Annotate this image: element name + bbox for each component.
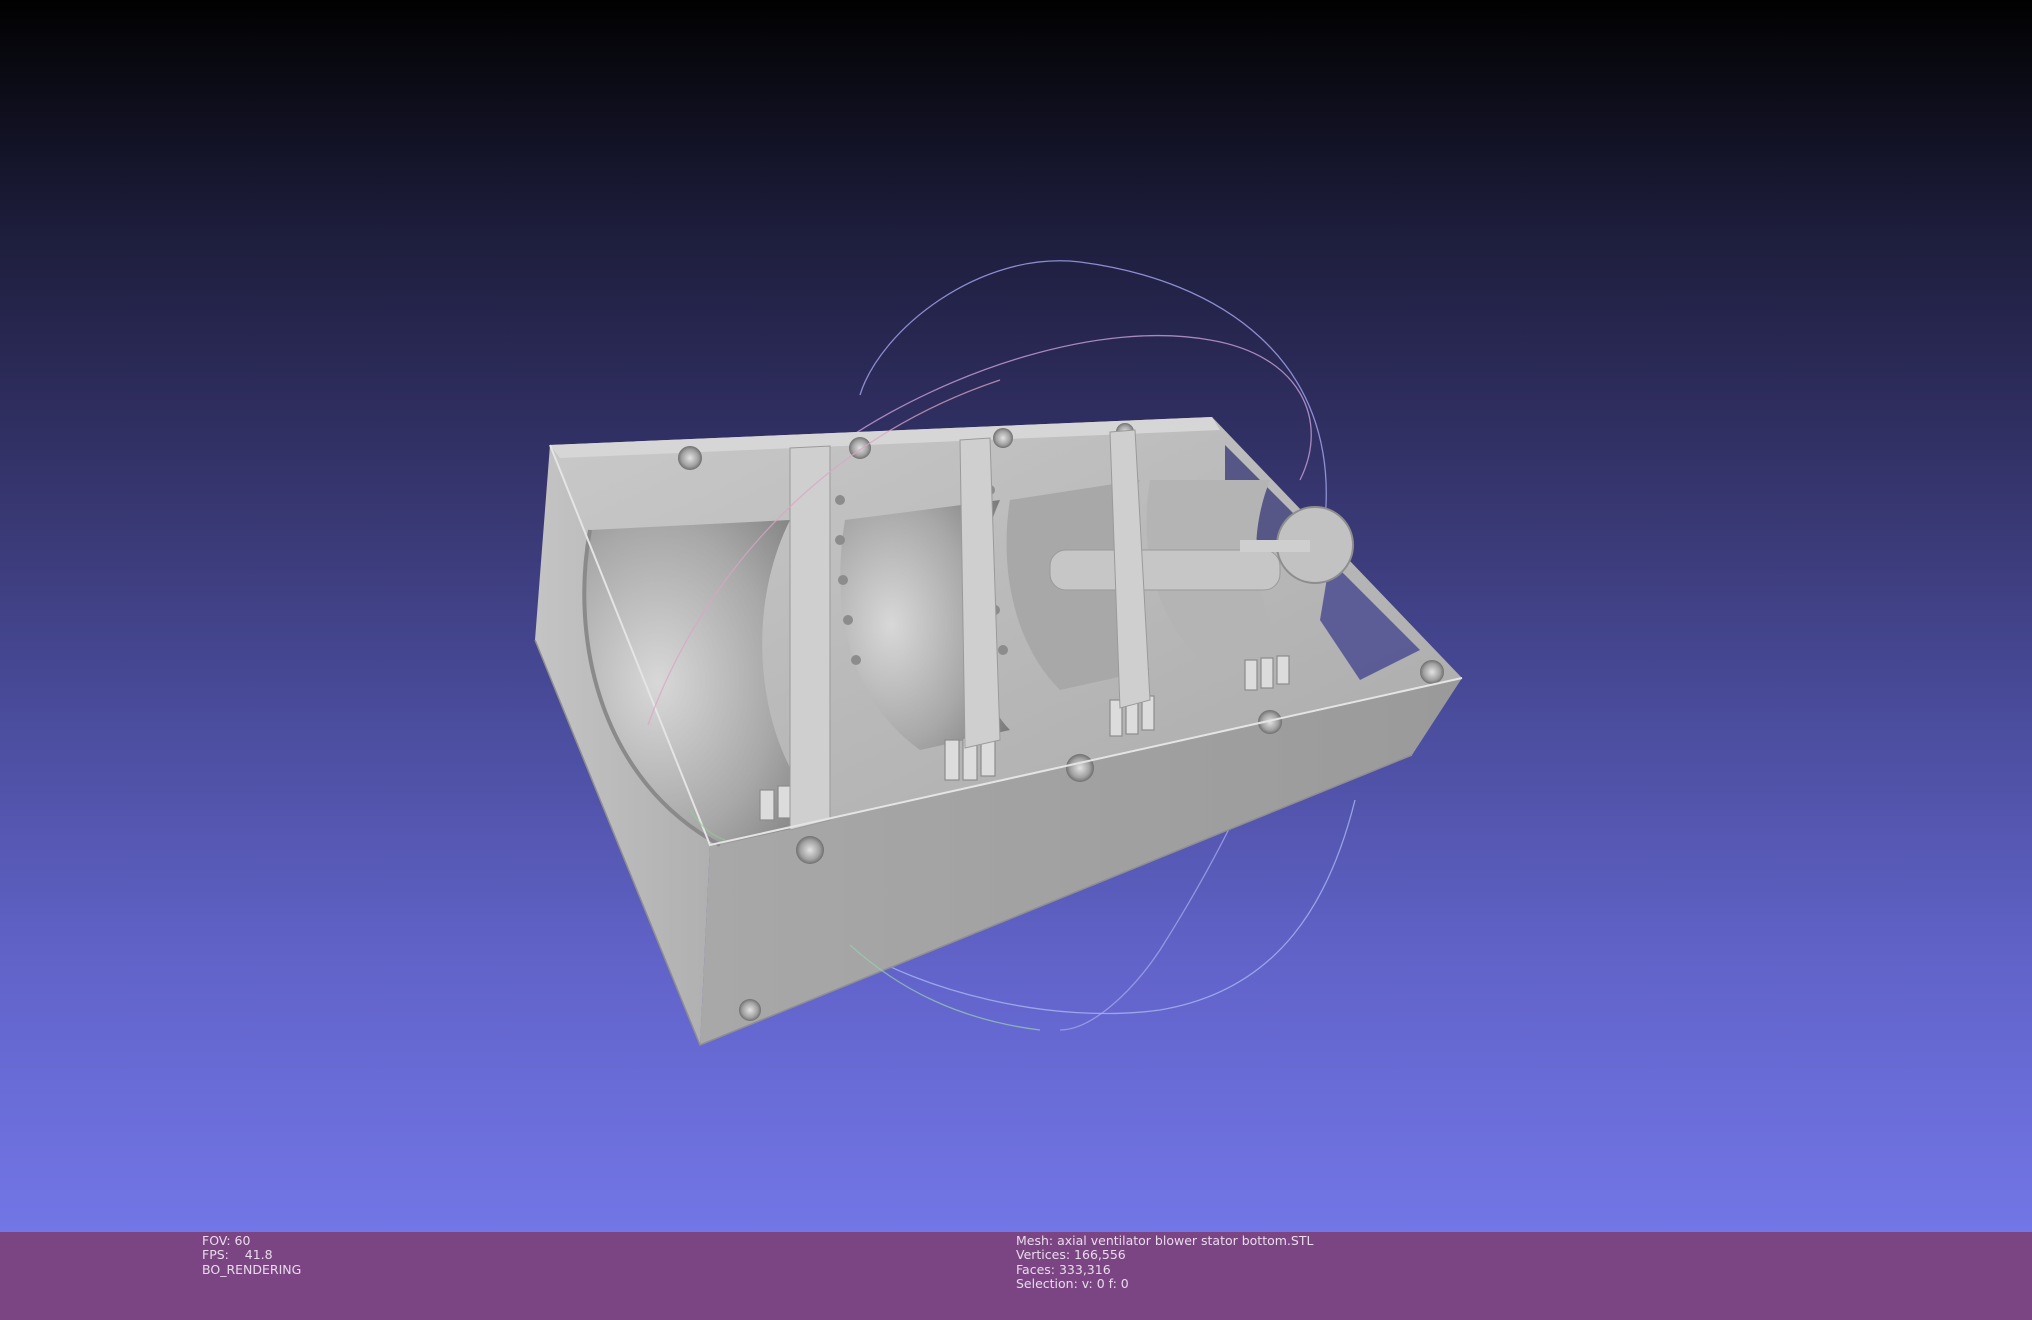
selection-label: Selection: v: 0 f: 0 [1016, 1275, 1129, 1291]
3d-viewport[interactable] [0, 0, 2032, 1232]
faces-label: Faces: 333,316 [1016, 1261, 1111, 1277]
stl-mesh-model[interactable] [534, 417, 1463, 1046]
fov-label: FOV: 60 [202, 1233, 251, 1248]
scene-canvas[interactable] [0, 0, 2032, 1232]
vertices-label: Vertices: 166,556 [1016, 1247, 1126, 1263]
render-info: FOV: 60 FPS: 41.8 BO_RENDERING [202, 1233, 302, 1277]
fps-label: FPS: 41.8 [202, 1247, 273, 1263]
mesh-info: Mesh: axial ventilator blower stator bot… [1016, 1233, 1314, 1291]
status-info-bar: FOV: 60 FPS: 41.8 BO_RENDERING Mesh: axi… [0, 1232, 2032, 1320]
render-mode-label: BO_RENDERING [202, 1261, 302, 1277]
mesh-name-label: Mesh: axial ventilator blower stator bot… [1016, 1233, 1314, 1248]
